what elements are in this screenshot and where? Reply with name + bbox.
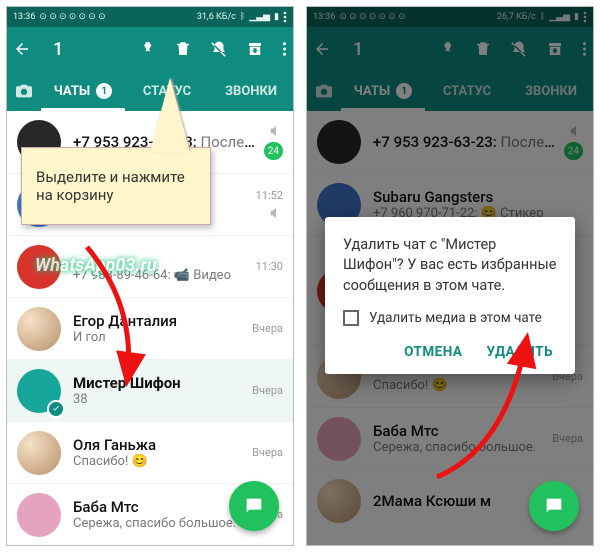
unread-badge: 24 bbox=[264, 142, 283, 160]
message-icon bbox=[243, 495, 265, 517]
chat-time: Вчера bbox=[252, 446, 283, 459]
chat-name: Егор Данталия bbox=[73, 312, 246, 330]
delete-button[interactable]: УДАЛИТЬ bbox=[486, 344, 553, 360]
pin-icon[interactable] bbox=[138, 40, 156, 58]
mute-icon[interactable] bbox=[210, 40, 228, 58]
message-icon bbox=[543, 495, 565, 517]
list-item[interactable]: Мистер Шифон38 Вчера bbox=[7, 359, 293, 421]
checkbox-label: Удалить медиа в этом чате bbox=[369, 310, 542, 326]
instruction-callout: Выделите и нажмите на корзину bbox=[21, 147, 211, 225]
selection-header: 1 bbox=[7, 27, 293, 71]
phone-right: 13:36 ⊙ ⊙ ⊙ ⊙ ⊙ ⊙ ⊙ 26,7 КБ/с ᛒ ▁▃▅ ▮ 1 … bbox=[306, 6, 594, 546]
status-time: 13:36 bbox=[13, 12, 35, 22]
battery-icon: ▮ bbox=[274, 12, 279, 22]
phone-left: 13:36 ⊙ ⊙ ⊙ ⊙ ⊙ ⊙ ⊙ 31,6 КБ/с ᛒ ▁▃▅ ▮ 1 … bbox=[6, 6, 294, 546]
tab-calls[interactable]: ЗВОНКИ bbox=[209, 71, 293, 111]
dialog-checkbox[interactable]: Удалить медиа в этом чате bbox=[343, 310, 557, 326]
cancel-button[interactable]: ОТМЕНА bbox=[404, 344, 462, 360]
chat-msg: 38 bbox=[73, 392, 246, 407]
delete-dialog: Удалить чат с "Мистер Шифон"? У вас есть… bbox=[325, 217, 575, 374]
back-icon[interactable] bbox=[13, 40, 31, 58]
chat-time: 11:52 bbox=[256, 189, 283, 202]
chat-msg: Сережа, спасибо большое. bbox=[73, 516, 246, 531]
more-icon[interactable] bbox=[282, 40, 287, 58]
selected-check-icon bbox=[47, 400, 65, 418]
avatar bbox=[17, 307, 61, 351]
archive-icon[interactable] bbox=[246, 40, 264, 58]
checkbox-icon bbox=[343, 310, 359, 326]
tab-calls-label: ЗВОНКИ bbox=[225, 84, 277, 99]
tab-chats-badge: 1 bbox=[96, 83, 112, 99]
chat-msg: Спасибо! 😊 bbox=[73, 454, 246, 469]
chat-time: Вчера bbox=[252, 384, 283, 397]
tab-chats[interactable]: ЧАТЫ 1 bbox=[41, 71, 125, 111]
new-chat-fab[interactable] bbox=[229, 481, 279, 531]
new-chat-fab[interactable] bbox=[529, 481, 579, 531]
chat-name: Мистер Шифон bbox=[73, 374, 246, 392]
list-item[interactable]: Егор ДанталияИ гол Вчера bbox=[7, 297, 293, 359]
menu-icon bbox=[283, 11, 287, 23]
camera-icon bbox=[14, 83, 34, 99]
status-dots: ⊙ ⊙ ⊙ ⊙ ⊙ ⊙ ⊙ bbox=[39, 12, 105, 22]
status-speed: 31,6 КБ/с bbox=[197, 12, 236, 22]
avatar bbox=[17, 493, 61, 537]
muted-icon bbox=[269, 206, 283, 220]
trash-icon[interactable] bbox=[174, 40, 192, 58]
statusbar: 13:36 ⊙ ⊙ ⊙ ⊙ ⊙ ⊙ ⊙ 31,6 КБ/с ᛒ ▁▃▅ ▮ bbox=[7, 7, 293, 27]
dialog-title: Удалить чат с "Мистер Шифон"? У вас есть… bbox=[343, 235, 557, 296]
chat-name: Баба Мтс bbox=[73, 498, 246, 516]
list-item[interactable]: 2Мама Ксюши м bbox=[7, 545, 293, 546]
selection-count: 1 bbox=[53, 39, 63, 60]
avatar bbox=[17, 431, 61, 475]
tab-chats-label: ЧАТЫ bbox=[54, 84, 90, 99]
tab-camera[interactable] bbox=[7, 83, 41, 99]
chat-msg: И гол bbox=[73, 330, 246, 345]
signal-icon: ▁▃▅ bbox=[249, 12, 270, 22]
chat-time: 11:30 bbox=[256, 260, 283, 273]
muted-icon bbox=[269, 124, 283, 138]
list-item[interactable]: Оля ГаньжаСпасибо! 😊 Вчера bbox=[7, 421, 293, 483]
chat-time: Вчера bbox=[252, 322, 283, 335]
bt-icon: ᛒ bbox=[240, 12, 245, 22]
chat-name: Оля Ганьжа bbox=[73, 436, 246, 454]
watermark: WhatsApp03.ru bbox=[35, 255, 157, 276]
callout-text: Выделите и нажмите на корзину bbox=[36, 168, 185, 204]
